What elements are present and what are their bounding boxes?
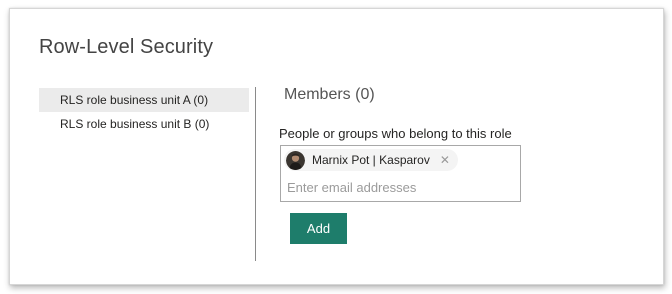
member-chip-name: Marnix Pot | Kasparov <box>312 153 430 167</box>
members-field-label: People or groups who belong to this role <box>279 126 512 141</box>
role-item-business-unit-b[interactable]: RLS role business unit B (0) <box>39 112 249 136</box>
dialog-title: Row-Level Security <box>39 36 214 58</box>
members-heading: Members (0) <box>284 86 375 103</box>
role-list: RLS role business unit A (0) RLS role bu… <box>39 88 249 136</box>
members-input-box[interactable]: Marnix Pot | Kasparov ✕ <box>280 145 521 202</box>
rls-dialog: Row-Level Security RLS role business uni… <box>9 8 664 285</box>
role-item-business-unit-a[interactable]: RLS role business unit A (0) <box>39 88 249 112</box>
add-button[interactable]: Add <box>290 213 347 244</box>
member-chip[interactable]: Marnix Pot | Kasparov ✕ <box>284 149 458 171</box>
panel-divider <box>255 87 256 261</box>
close-icon[interactable]: ✕ <box>440 154 450 166</box>
avatar-image <box>286 150 305 170</box>
email-input[interactable] <box>287 177 507 197</box>
avatar <box>286 150 305 170</box>
